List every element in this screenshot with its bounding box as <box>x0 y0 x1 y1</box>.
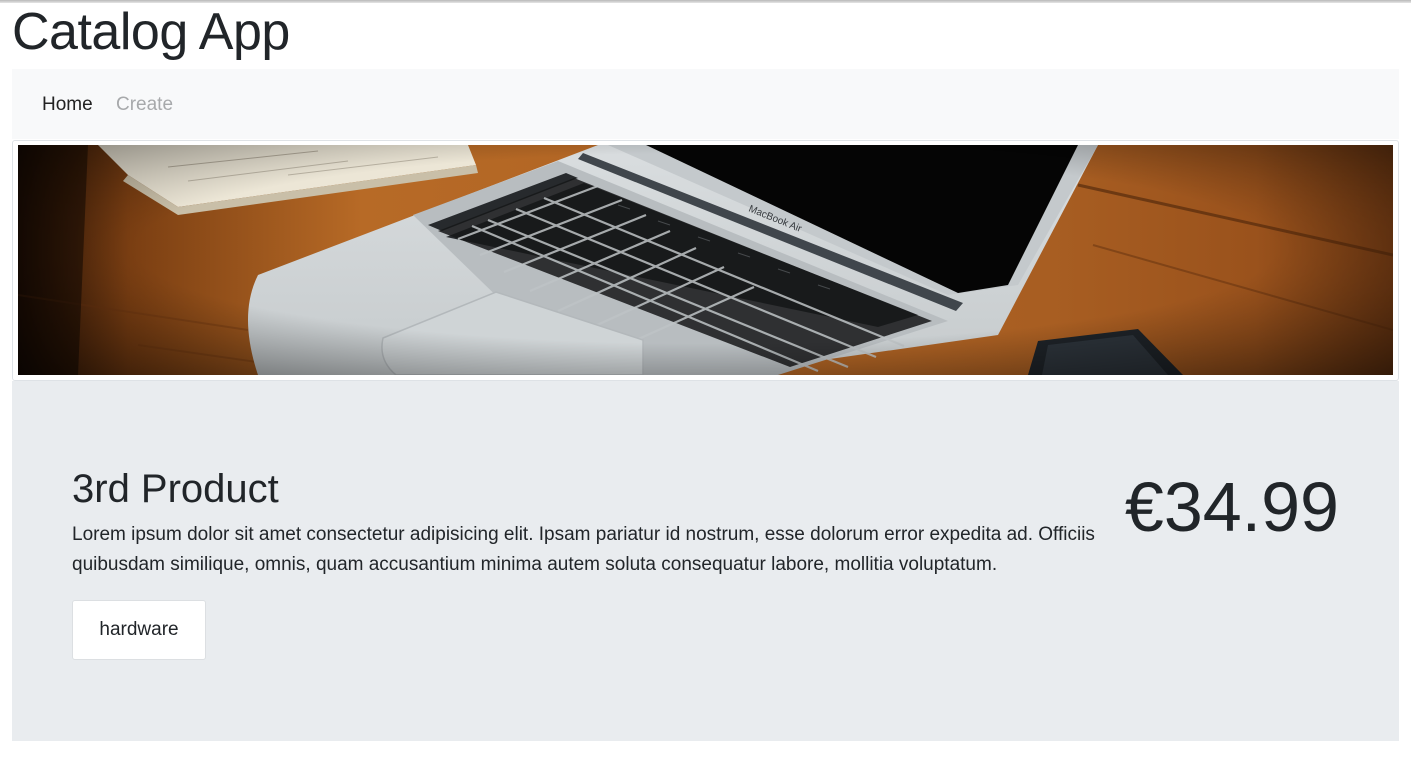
navbar: Home Create <box>12 69 1399 139</box>
banner-card: MacBook Air <box>12 140 1399 381</box>
app-title: Catalog App <box>12 3 290 61</box>
product-description: Lorem ipsum dolor sit amet consectetur a… <box>72 524 1095 575</box>
tag-badge-hardware[interactable]: hardware <box>72 600 206 660</box>
product-price: €34.99 <box>1124 468 1339 546</box>
nav-link-create[interactable]: Create <box>116 93 173 117</box>
nav-link-home[interactable]: Home <box>42 93 93 117</box>
product-title: 3rd Product <box>72 467 279 511</box>
product-jumbotron: 3rd Product Lorem ipsum dolor sit amet c… <box>12 381 1399 741</box>
banner-image: MacBook Air <box>18 145 1393 375</box>
